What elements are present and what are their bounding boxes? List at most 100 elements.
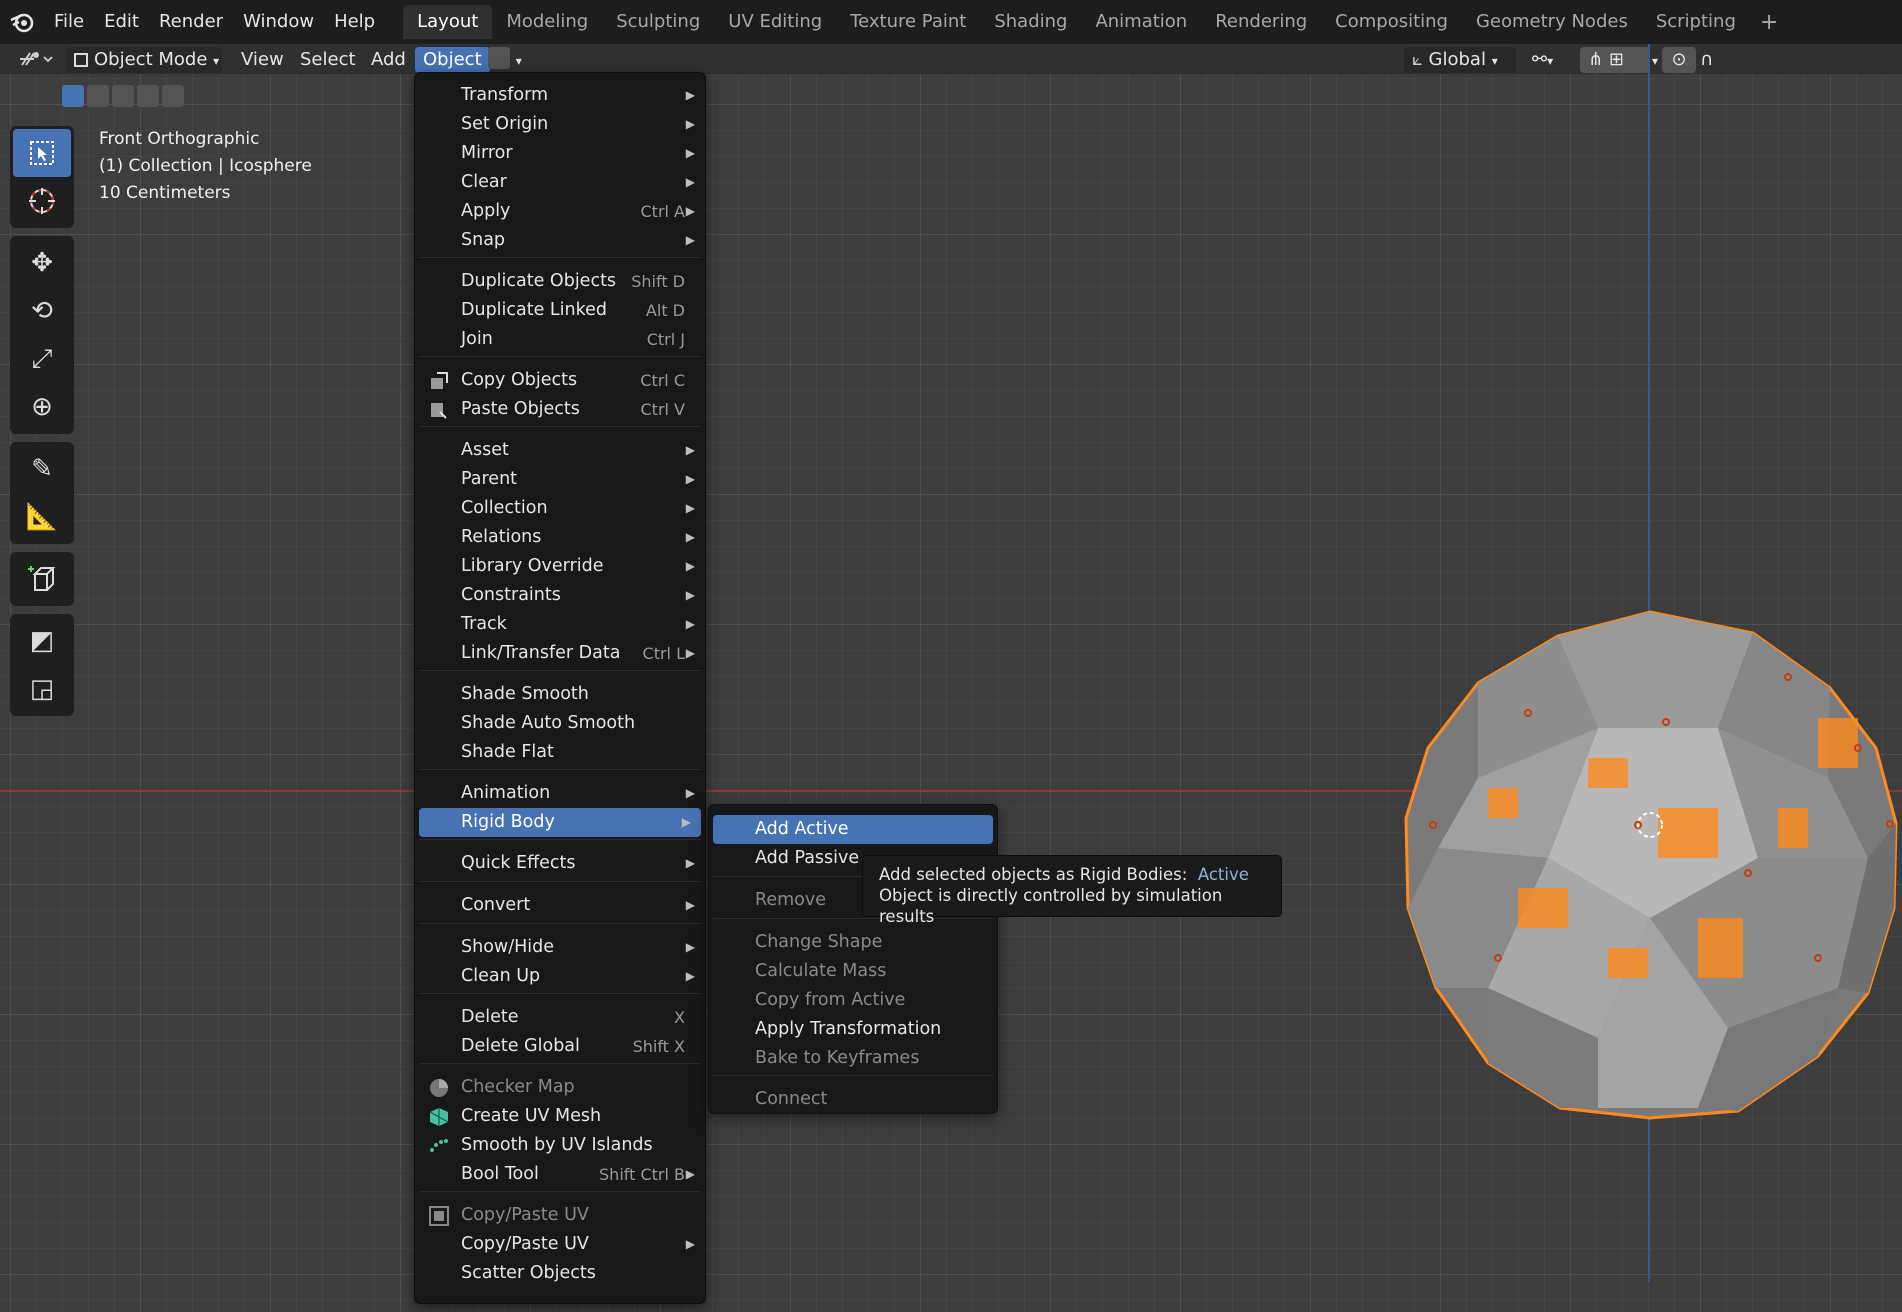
editor-type-button[interactable] xyxy=(18,47,56,73)
pivot-point-button[interactable]: ⚯▾ xyxy=(1532,47,1553,73)
rigid-body-item-change-shape[interactable]: Change Shape xyxy=(709,928,997,957)
add-cube-tool-icon[interactable] xyxy=(13,555,71,603)
object-menu-item-library-override[interactable]: Library Override ▶ xyxy=(415,552,705,581)
menu-window[interactable]: Window xyxy=(233,0,324,44)
mode-select[interactable]: Object Mode ▾ xyxy=(66,47,222,73)
object-menu-item-copy-objects[interactable]: Copy Objects Ctrl C xyxy=(415,366,705,395)
object-menu-item-link-transfer-data[interactable]: Link/Transfer Data Ctrl L ▶ xyxy=(415,639,705,668)
object-menu-item-smooth-by-uv-islands[interactable]: Smooth by UV Islands xyxy=(415,1131,705,1160)
bevel-tool-icon[interactable]: ◲ xyxy=(13,665,71,713)
object-menu-item-shade-flat[interactable]: Shade Flat xyxy=(415,738,705,767)
menu-view[interactable]: View xyxy=(241,47,284,73)
proportional-edit-toggle[interactable]: ⊙ xyxy=(1662,47,1696,73)
menu-add[interactable]: Add xyxy=(371,47,406,73)
rigid-body-item-calculate-mass[interactable]: Calculate Mass xyxy=(709,957,997,986)
menu-help[interactable]: Help xyxy=(324,0,385,44)
object-menu-item-paste-objects[interactable]: Paste Objects Ctrl V xyxy=(415,395,705,424)
object-menu-item-animation[interactable]: Animation ▶ xyxy=(415,779,705,808)
grid-scale: 10 Centimeters xyxy=(99,183,231,203)
object-menu-item-scatter-objects[interactable]: Scatter Objects xyxy=(415,1259,705,1288)
object-menu-item-delete-global[interactable]: Delete Global Shift X xyxy=(415,1032,705,1061)
tab-rendering[interactable]: Rendering xyxy=(1201,5,1321,39)
scale-tool-icon[interactable]: ⤢ xyxy=(13,335,71,383)
object-options-button[interactable]: ▾ xyxy=(488,47,532,73)
menu-file[interactable]: File xyxy=(44,0,94,44)
rotate-tool-icon[interactable]: ⟲ xyxy=(13,287,71,335)
object-menu-item-shade-auto-smooth[interactable]: Shade Auto Smooth xyxy=(415,709,705,738)
object-menu-item-duplicate-objects[interactable]: Duplicate Objects Shift D xyxy=(415,267,705,296)
object-menu-item-copy-paste-uv[interactable]: Copy/Paste UV ▶ xyxy=(415,1230,705,1259)
menu-item-label: Bool Tool xyxy=(461,1164,539,1184)
object-menu-item-asset[interactable]: Asset ▶ xyxy=(415,436,705,465)
object-menu-item-checker-map[interactable]: Checker Map xyxy=(415,1073,705,1102)
select-box-tool-icon[interactable] xyxy=(13,129,71,177)
object-menu-item-duplicate-linked[interactable]: Duplicate Linked Alt D xyxy=(415,296,705,325)
select-intersect-icon[interactable] xyxy=(162,85,184,107)
submenu-arrow-icon: ▶ xyxy=(685,969,695,983)
rigid-body-item-apply-transformation[interactable]: Apply Transformation xyxy=(709,1015,997,1044)
falloff-button[interactable]: ∩ xyxy=(1700,47,1713,73)
object-menu-item-bool-tool[interactable]: Bool Tool Shift Ctrl B ▶ xyxy=(415,1160,705,1189)
tab-texture-paint[interactable]: Texture Paint xyxy=(836,5,980,39)
transform-tool-icon[interactable]: ⊕ xyxy=(13,383,71,431)
shear-tool-icon[interactable]: ◩ xyxy=(13,617,71,665)
tab-geometry-nodes[interactable]: Geometry Nodes xyxy=(1462,5,1642,39)
object-menu-item-relations[interactable]: Relations ▶ xyxy=(415,523,705,552)
select-extend-icon[interactable] xyxy=(87,85,109,107)
menu-render[interactable]: Render xyxy=(149,0,233,44)
rigid-body-item-connect[interactable]: Connect xyxy=(709,1085,997,1114)
annotate-tool-icon[interactable]: ✎ xyxy=(13,445,71,493)
submenu-arrow-icon: ▶ xyxy=(685,204,695,218)
object-menu-item-create-uv-mesh[interactable]: Create UV Mesh xyxy=(415,1102,705,1131)
tooltip-line-1: Add selected objects as Rigid Bodies: Ac… xyxy=(879,864,1265,885)
object-menu-item-parent[interactable]: Parent ▶ xyxy=(415,465,705,494)
icosphere-object[interactable] xyxy=(1398,608,1898,1128)
tab-uv-editing[interactable]: UV Editing xyxy=(714,5,836,39)
shortcut-label: Shift D xyxy=(631,272,685,291)
object-menu-item-set-origin[interactable]: Set Origin ▶ xyxy=(415,110,705,139)
tab-compositing[interactable]: Compositing xyxy=(1321,5,1462,39)
object-menu-item-transform[interactable]: Transform ▶ xyxy=(415,81,705,110)
snap-toggle[interactable]: ⋔ ⊞ xyxy=(1580,47,1650,73)
transform-orientation-select[interactable]: ⟀ Global ▾ xyxy=(1404,47,1516,73)
object-menu-item-shade-smooth[interactable]: Shade Smooth xyxy=(415,680,705,709)
object-menu-item-clear[interactable]: Clear ▶ xyxy=(415,168,705,197)
object-menu-item-constraints[interactable]: Constraints ▶ xyxy=(415,581,705,610)
object-menu-item-rigid-body[interactable]: Rigid Body ▶ xyxy=(419,808,701,837)
object-menu-item-apply[interactable]: Apply Ctrl A ▶ xyxy=(415,197,705,226)
tab-scripting[interactable]: Scripting xyxy=(1642,5,1750,39)
menu-edit[interactable]: Edit xyxy=(94,0,149,44)
object-menu-item-copy-paste-uv[interactable]: Copy/Paste UV xyxy=(415,1201,705,1230)
object-menu-item-show-hide[interactable]: Show/Hide ▶ xyxy=(415,933,705,962)
menu-item-label: Shade Smooth xyxy=(461,684,589,704)
add-workspace-button[interactable]: + xyxy=(1750,10,1788,35)
menu-object[interactable]: Object xyxy=(415,47,490,73)
object-menu-item-join[interactable]: Join Ctrl J xyxy=(415,325,705,354)
rigid-body-item-add-active[interactable]: Add Active xyxy=(713,815,993,844)
select-subtract-icon[interactable] xyxy=(112,85,134,107)
cursor-tool-icon[interactable] xyxy=(13,177,71,225)
measure-tool-icon[interactable]: 📐 xyxy=(13,493,71,541)
tab-shading[interactable]: Shading xyxy=(980,5,1081,39)
snap-options-button[interactable]: ▾ xyxy=(1652,47,1658,73)
object-menu-item-clean-up[interactable]: Clean Up ▶ xyxy=(415,962,705,991)
object-menu-item-track[interactable]: Track ▶ xyxy=(415,610,705,639)
blender-logo-icon[interactable] xyxy=(0,0,44,44)
select-invert-icon[interactable] xyxy=(137,85,159,107)
rigid-body-item-bake-to-keyframes[interactable]: Bake to Keyframes xyxy=(709,1044,997,1073)
tab-sculpting[interactable]: Sculpting xyxy=(602,5,714,39)
object-menu-item-snap[interactable]: Snap ▶ xyxy=(415,226,705,255)
move-tool-icon[interactable]: ✥ xyxy=(13,239,71,287)
object-menu-item-delete[interactable]: Delete X xyxy=(415,1003,705,1032)
object-menu-item-quick-effects[interactable]: Quick Effects ▶ xyxy=(415,849,705,878)
tab-modeling[interactable]: Modeling xyxy=(492,5,602,39)
object-menu-item-convert[interactable]: Convert ▶ xyxy=(415,891,705,920)
uv-mesh-icon xyxy=(429,1107,449,1127)
rigid-body-item-copy-from-active[interactable]: Copy from Active xyxy=(709,986,997,1015)
select-new-icon[interactable] xyxy=(62,85,84,107)
object-menu-item-mirror[interactable]: Mirror ▶ xyxy=(415,139,705,168)
tab-layout[interactable]: Layout xyxy=(403,5,493,39)
menu-select[interactable]: Select xyxy=(300,47,356,73)
object-menu-item-collection[interactable]: Collection ▶ xyxy=(415,494,705,523)
tab-animation[interactable]: Animation xyxy=(1081,5,1201,39)
